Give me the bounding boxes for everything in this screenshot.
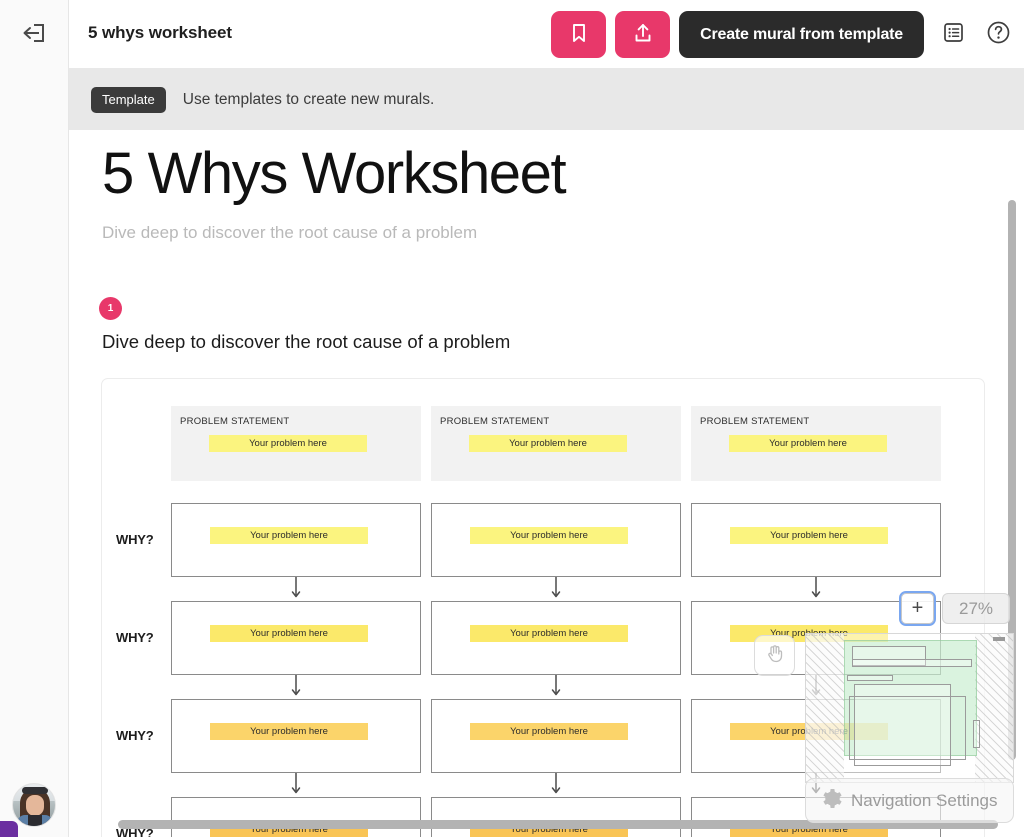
worksheet-title: 5 Whys Worksheet	[102, 140, 565, 207]
flow-arrow	[431, 675, 681, 699]
gear-icon	[821, 788, 842, 814]
top-bar: 5 whys worksheet Create mural	[69, 0, 1024, 69]
why-box[interactable]: Your problem here	[431, 601, 681, 675]
problem-statement-label: PROBLEM STATEMENT	[700, 416, 809, 427]
sticky-note[interactable]: Your problem here	[470, 527, 628, 544]
sticky-note[interactable]: Your problem here	[210, 527, 368, 544]
topbar-actions: Create mural from template	[551, 11, 1014, 58]
problem-statement-label: PROBLEM STATEMENT	[180, 416, 289, 427]
flow-arrow	[171, 675, 421, 699]
bookmark-button[interactable]	[551, 11, 606, 58]
problem-statement-box[interactable]: PROBLEM STATEMENT Your problem here	[431, 406, 681, 481]
sticky-note[interactable]: Your problem here	[730, 527, 888, 544]
sticky-note[interactable]: Your problem here	[470, 723, 628, 740]
page-title: 5 whys worksheet	[88, 23, 232, 43]
why-box[interactable]: Your problem here	[171, 699, 421, 773]
minimap-shape	[847, 675, 893, 681]
problem-statement-box[interactable]: PROBLEM STATEMENT Your problem here	[691, 406, 941, 481]
worksheet-column: PROBLEM STATEMENT Your problem here Your p…	[171, 406, 421, 837]
sticky-note-text: Your problem here	[250, 530, 328, 541]
hand-pan-icon	[765, 643, 785, 669]
notice-text: Use templates to create new murals.	[183, 91, 435, 109]
step-number-badge: 1	[99, 297, 122, 320]
flow-arrow	[431, 773, 681, 797]
sticky-note[interactable]: Your problem here	[729, 435, 887, 452]
why-box[interactable]: Your problem here	[171, 503, 421, 577]
sticky-note-text: Your problem here	[510, 628, 588, 639]
bookmark-icon	[569, 22, 589, 47]
share-upload-icon	[632, 22, 654, 48]
navigation-settings-label: Navigation Settings	[851, 791, 997, 811]
sticky-note-text: Your problem here	[250, 726, 328, 737]
zoom-controls: + 27%	[901, 593, 1010, 624]
minimap-handle[interactable]	[993, 637, 1005, 641]
flow-arrow	[171, 577, 421, 601]
sticky-note[interactable]: Your problem here	[469, 435, 627, 452]
exit-icon	[21, 21, 47, 50]
step-heading: Dive deep to discover the root cause of …	[102, 331, 510, 353]
left-rail	[0, 0, 69, 837]
zoom-in-button[interactable]: +	[901, 593, 934, 624]
minimap-hatch-right	[975, 634, 1013, 782]
minimap[interactable]	[805, 633, 1014, 783]
why-label: WHY?	[116, 630, 153, 645]
sticky-note-text: Your problem here	[510, 726, 588, 737]
sticky-note-text: Your problem here	[249, 438, 327, 449]
help-question-icon	[986, 20, 1011, 50]
zoom-level-display[interactable]: 27%	[942, 593, 1010, 624]
sticky-note-text: Your problem here	[250, 628, 328, 639]
template-notice-bar: Template Use templates to create new mur…	[69, 69, 1024, 130]
navigation-settings-button[interactable]: Navigation Settings	[805, 778, 1014, 823]
why-label: WHY?	[116, 532, 153, 547]
sticky-note[interactable]: Your problem here	[209, 435, 367, 452]
avatar[interactable]	[12, 783, 56, 827]
worksheet-column: PROBLEM STATEMENT Your problem here Your p…	[431, 406, 681, 837]
minimap-shape	[973, 720, 980, 748]
why-box[interactable]: Your problem here	[431, 699, 681, 773]
minimap-shape	[852, 659, 972, 667]
sticky-note-text: Your problem here	[510, 530, 588, 541]
sticky-note-text: Your problem here	[770, 530, 848, 541]
app-root: 5 whys worksheet Create mural	[0, 0, 1024, 837]
sticky-note-text: Your problem here	[769, 438, 847, 449]
status-badge: Template	[91, 87, 166, 113]
why-box[interactable]: Your problem here	[691, 503, 941, 577]
purple-accent-shape	[0, 821, 18, 837]
hand-pan-tool-button[interactable]	[754, 635, 795, 676]
why-box[interactable]: Your problem here	[171, 601, 421, 675]
why-box[interactable]: Your problem here	[431, 503, 681, 577]
minimap-hatch-left	[806, 634, 844, 782]
share-button[interactable]	[615, 11, 670, 58]
minimap-shape	[849, 696, 966, 760]
why-label: WHY?	[116, 728, 153, 743]
sticky-note-text: Your problem here	[509, 438, 587, 449]
problem-statement-box[interactable]: PROBLEM STATEMENT Your problem here	[171, 406, 421, 481]
details-button[interactable]	[937, 19, 969, 51]
why-box[interactable]: Your problem here	[431, 797, 681, 837]
flow-arrow	[431, 577, 681, 601]
flow-arrow	[171, 773, 421, 797]
create-mural-button[interactable]: Create mural from template	[679, 11, 924, 58]
why-box[interactable]: Your problem here	[171, 797, 421, 837]
sticky-note[interactable]: Your problem here	[470, 625, 628, 642]
sticky-note[interactable]: Your problem here	[210, 625, 368, 642]
exit-button[interactable]	[16, 20, 52, 50]
sticky-note[interactable]: Your problem here	[210, 723, 368, 740]
details-list-icon	[942, 21, 965, 49]
help-button[interactable]	[982, 19, 1014, 51]
problem-statement-label: PROBLEM STATEMENT	[440, 416, 549, 427]
worksheet-subtitle: Dive deep to discover the root cause of …	[102, 223, 477, 243]
